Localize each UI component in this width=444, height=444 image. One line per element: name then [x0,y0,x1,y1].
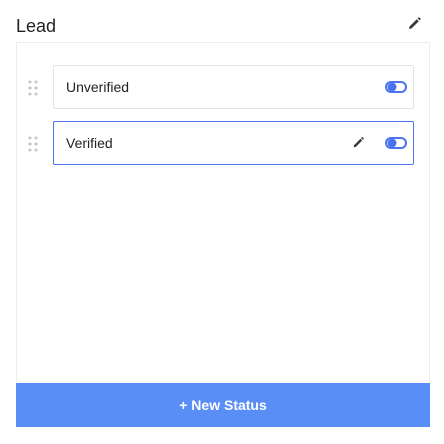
status-row-verified: Verified [17,121,431,167]
toggle-icon[interactable] [385,79,407,95]
drag-handle-icon[interactable] [27,80,39,96]
status-label: Verified [66,135,113,151]
panel-title: Lead [16,16,57,36]
status-row-unverified: Unverified [17,65,431,111]
status-label: Unverified [66,79,130,95]
drag-handle-icon[interactable] [27,136,39,152]
new-status-button[interactable]: + New Status [16,383,430,427]
status-panel: Lead Unverified Verified + New Status [0,0,444,444]
pencil-icon[interactable] [351,136,365,150]
status-field-unverified[interactable]: Unverified [53,65,414,109]
status-list: Unverified Verified [16,42,430,382]
toggle-icon[interactable] [385,135,407,151]
status-field-verified[interactable]: Verified [53,121,414,165]
panel-header: Lead [16,12,422,42]
edit-title-icon[interactable] [406,16,422,32]
